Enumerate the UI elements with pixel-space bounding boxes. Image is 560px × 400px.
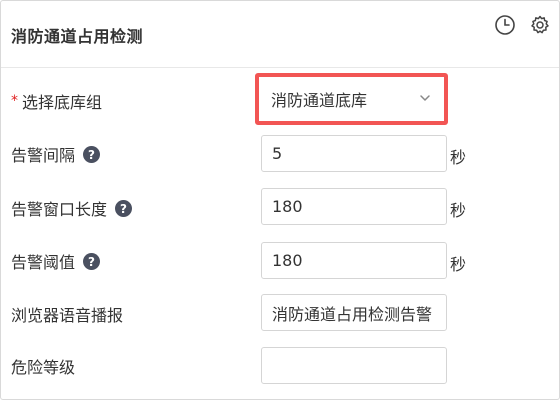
alert-interval-label: 告警间隔 ?: [11, 143, 101, 165]
alert-threshold-input[interactable]: 180: [261, 242, 447, 279]
svg-text:?: ?: [120, 202, 127, 216]
detection-config-panel: 消防通道占用检测 * 选择底库组 消防通道底库 告警间隔 ? 5 秒 告警窗口长…: [0, 0, 560, 400]
svg-text:?: ?: [88, 255, 95, 269]
help-icon[interactable]: ?: [115, 199, 133, 217]
danger-level-input[interactable]: [261, 347, 447, 384]
alert-window-input[interactable]: 180: [261, 188, 447, 225]
help-icon[interactable]: ?: [83, 145, 101, 163]
alert-threshold-label-text: 告警阈值: [11, 253, 76, 272]
voice-broadcast-label: 浏览器语音播报: [11, 303, 123, 325]
danger-level-label: 危险等级: [11, 355, 75, 377]
alert-window-label: 告警窗口长度 ?: [11, 197, 133, 219]
voice-broadcast-label-text: 浏览器语音播报: [11, 306, 124, 325]
danger-level-label-text: 危险等级: [11, 358, 76, 377]
voice-broadcast-input[interactable]: 消防通道占用检测告警: [261, 294, 447, 331]
library-group-label-text: 选择底库组: [22, 93, 103, 112]
alert-window-unit: 秒: [450, 201, 467, 220]
chevron-down-icon: [418, 90, 432, 109]
panel-title: 消防通道占用检测: [11, 27, 144, 46]
alert-interval-label-text: 告警间隔: [11, 146, 76, 165]
alert-window-label-text: 告警窗口长度: [11, 200, 108, 219]
header-divider: [1, 67, 559, 68]
alert-threshold-unit: 秒: [450, 255, 467, 274]
svg-text:?: ?: [88, 148, 95, 162]
library-group-select[interactable]: 消防通道底库: [263, 81, 440, 117]
alert-threshold-label: 告警阈值 ?: [11, 250, 101, 272]
alert-interval-unit: 秒: [450, 148, 467, 167]
alert-interval-input[interactable]: 5: [261, 135, 447, 172]
library-group-label: * 选择底库组: [11, 90, 102, 112]
required-mark: *: [11, 93, 18, 109]
help-icon[interactable]: ?: [83, 252, 101, 270]
clock-icon[interactable]: [494, 14, 516, 36]
library-group-value: 消防通道底库: [271, 91, 368, 110]
gear-icon[interactable]: [529, 14, 551, 36]
